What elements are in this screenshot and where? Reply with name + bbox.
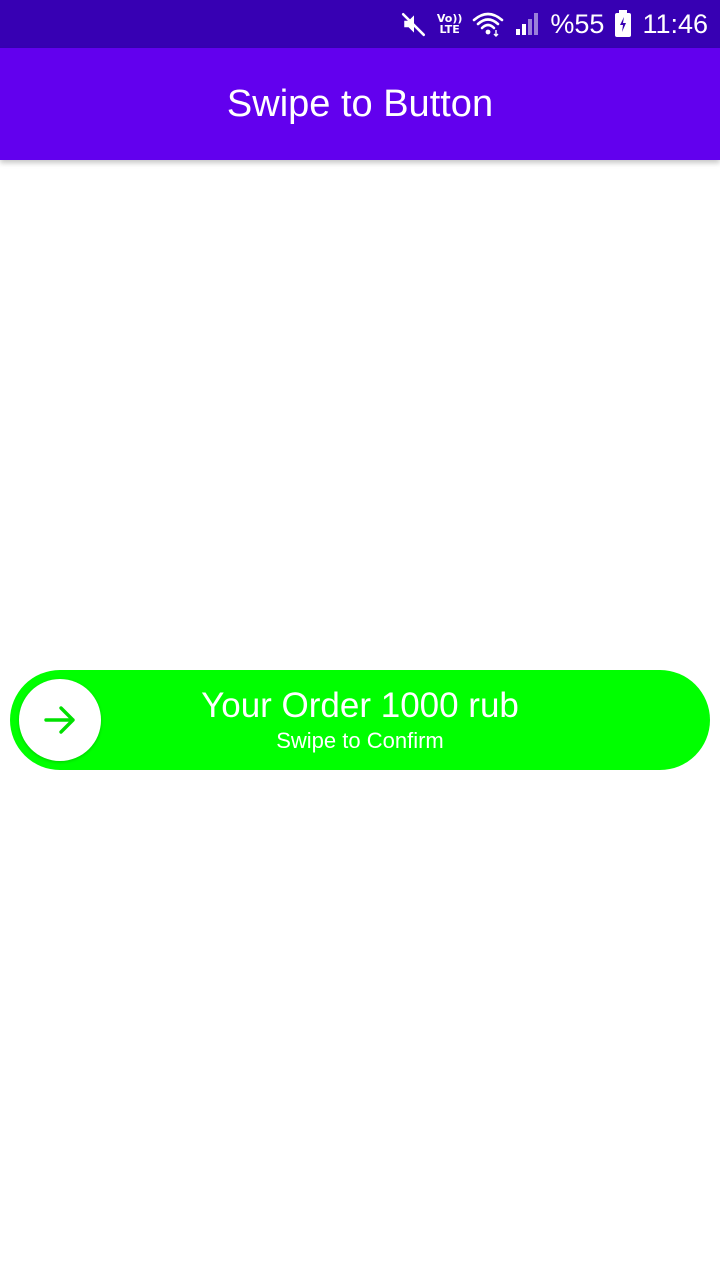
swipe-handle[interactable]: [19, 679, 101, 761]
mute-icon: [401, 11, 427, 37]
battery-percent: %55: [550, 8, 605, 39]
arrow-right-icon: [40, 700, 80, 740]
order-title: Your Order 1000 rub: [201, 686, 519, 725]
volte-icon: Vo)) LTE: [437, 13, 463, 35]
signal-icon: [514, 11, 540, 37]
page-title: Swipe to Button: [226, 82, 494, 125]
status-bar: Vo)) LTE %55 11:46: [0, 0, 720, 48]
swipe-to-confirm-button[interactable]: Your Order 1000 rub Swipe to Confirm: [10, 670, 710, 770]
app-bar: Swipe to Button: [0, 48, 720, 160]
battery-icon: [614, 10, 632, 38]
lte-label: LTE: [439, 23, 460, 36]
clock: 11:46: [642, 8, 708, 39]
wifi-icon: [472, 11, 504, 37]
swipe-subtitle: Swipe to Confirm: [276, 728, 444, 753]
swipe-text-block: Your Order 1000 rub Swipe to Confirm: [10, 670, 710, 770]
